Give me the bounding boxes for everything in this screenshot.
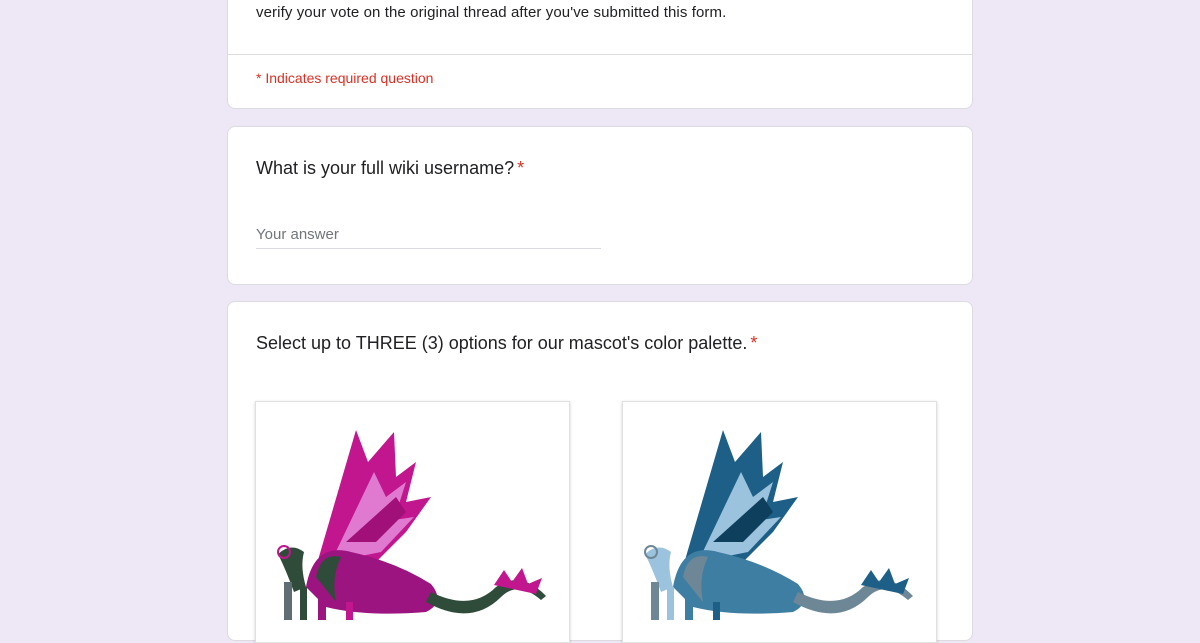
username-input[interactable]: [256, 220, 601, 249]
question-title-text: Select up to THREE (3) options for our m…: [256, 333, 748, 353]
form-description: verify your vote on the original thread …: [256, 4, 727, 21]
dragon-icon: [644, 430, 913, 620]
question-title: Select up to THREE (3) options for our m…: [256, 333, 757, 354]
palette-option-magenta[interactable]: [255, 401, 570, 643]
question-title-text: What is your full wiki username?: [256, 158, 515, 178]
required-note: * Indicates required question: [256, 70, 434, 86]
palette-option-blue[interactable]: [622, 401, 937, 643]
divider: [228, 54, 972, 55]
question-title: What is your full wiki username? *: [256, 158, 524, 179]
question-card-username: What is your full wiki username? *: [227, 126, 973, 285]
required-asterisk: *: [517, 158, 525, 178]
required-asterisk: *: [750, 333, 758, 353]
question-card-color-palette: Select up to THREE (3) options for our m…: [227, 301, 973, 643]
dragon-icon: [277, 430, 546, 620]
form-header-card: verify your vote on the original thread …: [227, 0, 973, 109]
